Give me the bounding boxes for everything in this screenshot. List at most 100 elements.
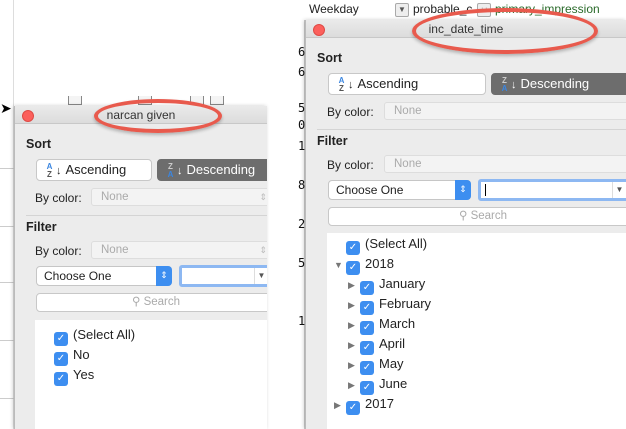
filter-color-value: None: [394, 158, 422, 170]
stepper-icon: ⇕: [156, 266, 172, 286]
spreadsheet-left-edge: [0, 0, 14, 429]
checkbox-checked[interactable]: ✓: [360, 341, 374, 355]
sort-by-color-label: By color:: [35, 191, 82, 205]
filter-panel-narcan-given: narcan given Sort A Z ↓ Ascending Z A ↓ Descen…: [14, 106, 267, 429]
checkbox-checked[interactable]: ✓: [54, 352, 68, 366]
item-label: April: [379, 336, 406, 351]
filter-panel-inc-date-time: inc_date_time Sort A Z ↓ Ascending Z A ↓ Desce…: [305, 20, 626, 429]
search-icon: ⚲: [131, 296, 141, 308]
search-placeholder: Search: [470, 210, 508, 222]
dropdown-arrow-icon[interactable]: ▼: [612, 182, 626, 198]
item-label: January: [379, 276, 426, 291]
column-header-weekday[interactable]: Weekday: [309, 2, 359, 16]
descending-label: Descending: [186, 162, 256, 177]
spreadsheet-row-strip: 6 6 5 0 1 8 2 5 1: [290, 20, 305, 429]
checkbox-checked[interactable]: ✓: [360, 321, 374, 335]
ascending-label: Ascending: [65, 162, 127, 177]
list-item-select-all[interactable]: ✓ (Select All): [346, 234, 428, 255]
sort-color-value: None: [101, 191, 129, 203]
updown-icon: ⇕: [259, 192, 267, 202]
disclosure-collapsed-icon[interactable]: ▶: [348, 275, 360, 295]
list-item-month[interactable]: ▶ ✓ March: [348, 314, 416, 335]
checkbox-checked[interactable]: ✓: [54, 332, 68, 346]
list-item-2018[interactable]: ▼ ✓ 2018: [334, 254, 394, 275]
list-item-2017[interactable]: ▶ ✓ 2017: [334, 394, 394, 415]
filter-value-list: ✓ (Select All) ▼ ✓ 2018 ▶ ✓ January ▶ ✓ Februar…: [327, 233, 626, 429]
text-caret: [485, 184, 486, 196]
item-label: 2018: [365, 256, 394, 271]
updown-icon: ⇕: [259, 245, 267, 255]
stepper-icon: ⇕: [455, 180, 471, 200]
close-button[interactable]: [22, 110, 34, 122]
ascending-label: Ascending: [357, 76, 419, 91]
search-placeholder: Search: [143, 296, 181, 308]
checkbox-checked[interactable]: ✓: [360, 301, 374, 315]
item-label: 2017: [365, 396, 394, 411]
list-item-month[interactable]: ▶ ✓ May: [348, 354, 404, 375]
disclosure-collapsed-icon[interactable]: ▶: [348, 295, 360, 315]
sort-ascending-button[interactable]: A Z ↓ Ascending: [328, 73, 486, 95]
filter-button[interactable]: ▼: [395, 3, 409, 17]
item-label: March: [379, 316, 416, 331]
checkbox-checked[interactable]: ✓: [54, 372, 68, 386]
close-button[interactable]: [313, 24, 325, 36]
list-item-no[interactable]: ✓ No: [54, 345, 90, 366]
list-item-select-all[interactable]: ✓ (Select All): [54, 325, 136, 346]
disclosure-collapsed-icon[interactable]: ▶: [334, 395, 346, 415]
filter-color-select[interactable]: None ⇕: [91, 241, 267, 259]
condition-select[interactable]: Choose One ⇕: [36, 266, 172, 286]
item-label: May: [379, 356, 404, 371]
highlight-ellipse: [94, 99, 222, 133]
sort-color-value: None: [394, 105, 422, 117]
sort-descending-button[interactable]: Z A ↓ Descending: [157, 159, 267, 181]
item-label: (Select All): [365, 236, 428, 251]
list-item-month[interactable]: ▶ ✓ February: [348, 294, 432, 315]
filter-value-input[interactable]: ▼: [478, 179, 626, 201]
checkbox-checked[interactable]: ✓: [346, 241, 360, 255]
filter-by-color-label: By color:: [35, 244, 82, 258]
search-input[interactable]: ⚲ Search: [328, 207, 626, 226]
item-label: Yes: [73, 367, 95, 382]
sort-heading: Sort: [26, 137, 51, 151]
checkbox-checked[interactable]: ✓: [360, 381, 374, 395]
list-item-month[interactable]: ▶ ✓ April: [348, 334, 406, 355]
checkbox-checked[interactable]: ✓: [346, 401, 360, 415]
item-label: February: [379, 296, 432, 311]
item-label: (Select All): [73, 327, 136, 342]
highlight-ellipse: [412, 8, 598, 54]
list-item-month[interactable]: ▶ ✓ January: [348, 274, 426, 295]
disclosure-expanded-icon[interactable]: ▼: [334, 255, 346, 275]
item-label: June: [379, 376, 408, 391]
dropdown-arrow-icon[interactable]: ▼: [254, 268, 267, 284]
filter-color-value: None: [101, 244, 129, 256]
checkbox-checked[interactable]: ✓: [360, 361, 374, 375]
checkbox-checked[interactable]: ✓: [360, 281, 374, 295]
list-item-month[interactable]: ▶ ✓ June: [348, 374, 408, 395]
condition-value: Choose One: [336, 183, 404, 197]
descending-label: Descending: [520, 76, 590, 91]
condition-select[interactable]: Choose One ⇕: [328, 180, 471, 200]
item-label: No: [73, 347, 90, 362]
disclosure-collapsed-icon[interactable]: ▶: [348, 355, 360, 375]
disclosure-collapsed-icon[interactable]: ▶: [348, 315, 360, 335]
filter-color-select[interactable]: None: [384, 155, 626, 173]
sort-by-color-label: By color:: [327, 105, 374, 119]
filter-heading: Filter: [26, 220, 57, 234]
sort-color-select[interactable]: None ⇕: [91, 188, 267, 206]
disclosure-collapsed-icon[interactable]: ▶: [348, 335, 360, 355]
sort-az-icon: AZ: [338, 75, 345, 93]
filter-value-list: ✓ (Select All) ✓ No ✓ Yes: [35, 320, 267, 429]
sort-color-select[interactable]: None: [384, 102, 626, 120]
divider: [317, 129, 626, 130]
filter-value-input[interactable]: ▼: [179, 265, 267, 287]
disclosure-collapsed-icon[interactable]: ▶: [348, 375, 360, 395]
sort-descending-button[interactable]: Z A ↓ Descending: [491, 73, 626, 95]
sort-ascending-button[interactable]: A Z ↓ Ascending: [36, 159, 152, 181]
search-icon: ⚲: [458, 210, 468, 222]
sort-az-icon: AZ: [46, 161, 53, 179]
search-input[interactable]: ⚲ Search: [36, 293, 267, 312]
list-item-yes[interactable]: ✓ Yes: [54, 365, 95, 386]
checkbox-checked[interactable]: ✓: [346, 261, 360, 275]
filter-by-color-label: By color:: [327, 158, 374, 172]
sort-heading: Sort: [317, 51, 342, 65]
